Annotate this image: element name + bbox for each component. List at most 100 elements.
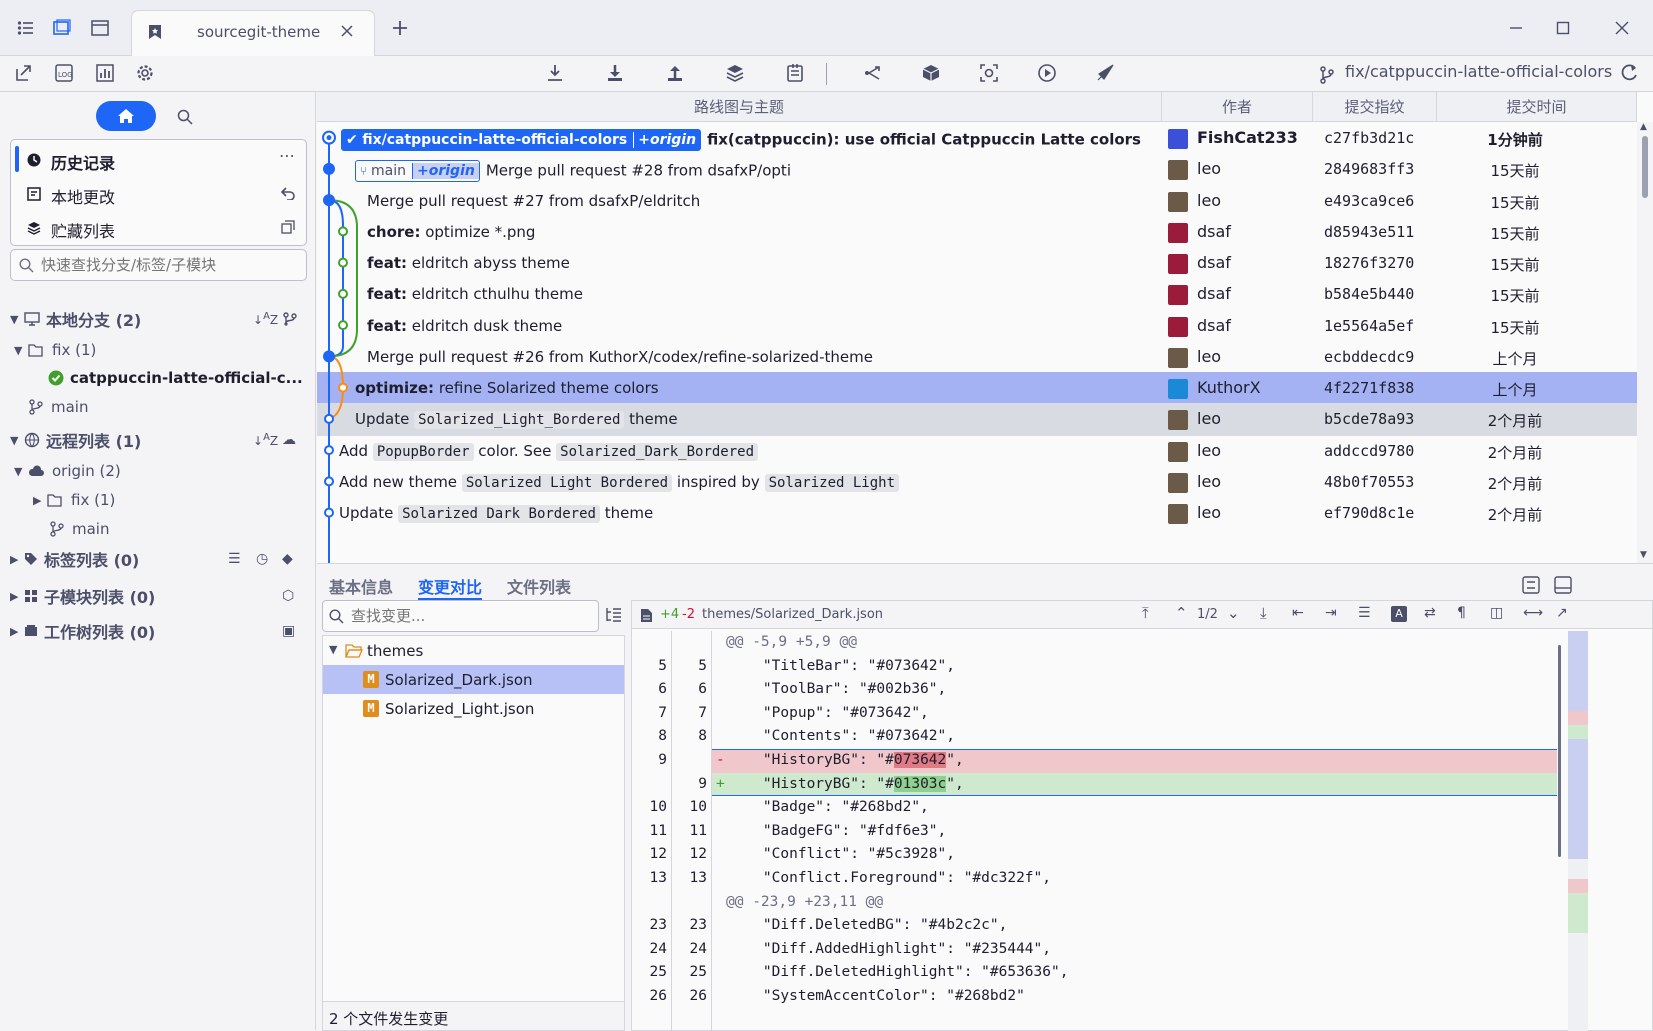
branch-item-active[interactable]: catppuccin-latte-official-c... [48, 363, 303, 393]
chevron-down-icon[interactable]: ▼ [14, 344, 28, 357]
add-worktree-icon[interactable]: ▣ [282, 623, 295, 639]
current-branch-label[interactable]: fix/catppuccin-latte-official-colors [1345, 62, 1612, 81]
chevron-down-icon[interactable]: ▼ [14, 465, 28, 478]
search-icon[interactable] [177, 109, 193, 125]
file-item-selected[interactable]: M Solarized_Dark.json [323, 665, 624, 694]
minimize-icon[interactable] [1504, 16, 1528, 40]
word-wrap-icon[interactable]: ⇄ [1424, 605, 1436, 621]
whitespace-icon[interactable]: ¶ [1457, 605, 1466, 621]
commit-row[interactable]: ⑂ main +origin Merge pull request #28 from… [317, 153, 1637, 186]
column-header-author[interactable]: 作者 [1162, 92, 1313, 122]
stashes-nav-item[interactable]: 贮藏列表 [11, 210, 306, 244]
commit-row[interactable]: feat: eldritch cthulhu theme dsaf b584e5b4… [317, 278, 1637, 311]
lfs-icon[interactable] [918, 60, 944, 86]
branch-tag[interactable]: ⑂ main +origin [355, 160, 480, 183]
chevron-right-icon[interactable]: ▶ [33, 494, 47, 507]
add-tag-icon[interactable]: ◆ [282, 551, 293, 567]
commit-row[interactable]: feat: eldritch dusk theme dsaf 1e5564a5ef 1… [317, 310, 1637, 343]
close-window-icon[interactable] [1610, 16, 1634, 40]
open-external-icon[interactable] [11, 60, 37, 86]
run-icon[interactable] [1034, 60, 1060, 86]
commit-row[interactable]: Add PopupBorder color. See Solarized_Dar… [317, 435, 1637, 468]
chevron-down-icon[interactable]: ▼ [10, 313, 24, 326]
tab-file-list[interactable]: 文件列表 [507, 574, 571, 598]
branch-search-box[interactable] [10, 249, 307, 281]
commit-row[interactable]: Add new theme Solarized Light Bordered i… [317, 466, 1637, 499]
side-by-side-icon[interactable]: ◫ [1490, 605, 1503, 621]
push-icon[interactable] [662, 60, 688, 86]
collapse-icon[interactable]: ⟷ [1523, 605, 1543, 621]
commit-row[interactable]: chore: optimize *.png dsaf d85943e511 15天前 [317, 216, 1637, 249]
sort-icon[interactable]: ↓AZ [253, 311, 278, 327]
tree-view-icon[interactable]: ☰ [228, 551, 241, 567]
first-change-icon[interactable]: ⤒ [1142, 604, 1149, 622]
origin-branch-main[interactable]: main [50, 514, 109, 544]
discard-icon[interactable] [281, 186, 295, 200]
add-remote-icon[interactable]: ☁ [282, 432, 296, 448]
decrease-context-icon[interactable]: ⇤ [1292, 605, 1304, 621]
commit-row[interactable]: feat: eldritch abyss theme dsaf 18276f3270… [317, 247, 1637, 280]
open-repo-icon[interactable] [88, 16, 112, 40]
history-nav-item[interactable]: 历史记录 ⋯ [11, 142, 306, 176]
branch-tag[interactable]: ✔ fix/catppuccin-latte-official-colors +o… [341, 129, 702, 151]
worktrees-header[interactable]: ▶ 工作树列表 (0) ▣ [10, 616, 310, 646]
remotes-header[interactable]: ▼ 远程列表 (1) ↓AZ ☁ [10, 425, 310, 455]
sort-time-icon[interactable]: ◷ [256, 551, 268, 567]
pull-icon[interactable] [602, 60, 628, 86]
column-header-time[interactable]: 提交时间 [1437, 92, 1637, 122]
terminal-icon[interactable]: LOG [51, 60, 77, 86]
local-changes-nav-item[interactable]: 本地更改 [11, 176, 306, 210]
diff-scrollbar[interactable] [1558, 631, 1562, 1031]
refresh-icon[interactable] [1616, 60, 1642, 86]
apply-icon[interactable] [782, 60, 808, 86]
font-icon[interactable]: A [1391, 606, 1407, 622]
chevron-right-icon[interactable]: ▶ [10, 590, 24, 603]
tab-basic-info[interactable]: 基本信息 [329, 574, 393, 598]
more-icon[interactable]: ⋯ [279, 146, 295, 165]
stash-icon[interactable] [722, 60, 748, 86]
commit-row[interactable]: optimize: refine Solarized theme colors K… [317, 372, 1637, 405]
bookmark-icon[interactable] [148, 24, 162, 40]
submodules-header[interactable]: ▶ 子模块列表 (0) ⬡ [10, 581, 310, 611]
layout-icon[interactable] [1554, 576, 1572, 594]
chevron-down-icon[interactable]: ▼ [10, 434, 24, 447]
local-branches-header[interactable]: ▼ 本地分支 (2) ↓AZ [10, 304, 310, 334]
remote-origin[interactable]: ▼ origin (2) [14, 456, 121, 486]
fetch-icon[interactable] [542, 60, 568, 86]
tab-changes[interactable]: 变更对比 [418, 574, 483, 600]
new-branch-icon[interactable] [283, 312, 297, 326]
bisect-icon[interactable] [976, 60, 1002, 86]
statistics-icon[interactable] [92, 60, 118, 86]
chevron-down-icon[interactable]: ▼ [329, 643, 337, 656]
list-icon[interactable] [14, 16, 38, 40]
branch-item-main[interactable]: main [29, 392, 88, 422]
open-external-icon[interactable]: ↗ [1556, 605, 1568, 621]
origin-fix-folder[interactable]: ▶ fix (1) [33, 485, 115, 515]
git-flow-icon[interactable] [860, 60, 886, 86]
column-header-sha[interactable]: 提交指纹 [1313, 92, 1437, 122]
tags-header[interactable]: ▶ 标签列表 (0) ☰ ◷ ◆ [10, 544, 310, 574]
changes-search-box[interactable] [322, 600, 599, 632]
fix-folder[interactable]: ▼ fix (1) [14, 335, 96, 365]
commit-row[interactable]: Merge pull request #26 from KuthorX/code… [317, 341, 1637, 374]
close-tab-icon[interactable] [340, 24, 354, 38]
commit-row[interactable]: Merge pull request #27 from dsafxP/eldri… [317, 185, 1637, 218]
settings-gear-icon[interactable] [132, 60, 158, 86]
branch-search-input[interactable] [41, 254, 296, 276]
home-button[interactable] [96, 101, 156, 131]
next-change-icon[interactable]: ⌄ [1227, 604, 1240, 622]
swap-icon[interactable] [1522, 576, 1540, 594]
chevron-right-icon[interactable]: ▶ [10, 553, 24, 566]
prev-change-icon[interactable]: ⌃ [1175, 604, 1188, 622]
maximize-icon[interactable] [1551, 16, 1575, 40]
diff-minimap[interactable] [1568, 631, 1588, 1031]
new-tab-icon[interactable] [388, 16, 412, 40]
chevron-right-icon[interactable]: ▶ [10, 625, 24, 638]
commit-row[interactable]: Update Solarized Dark Bordered theme leo e… [317, 497, 1637, 530]
custom-action-icon[interactable] [1092, 60, 1118, 86]
file-item[interactable]: M Solarized_Light.json [323, 694, 624, 723]
changes-search-input[interactable] [351, 605, 591, 627]
column-header-subject[interactable]: 路线图与主题 [317, 92, 1162, 122]
commit-row[interactable]: Update Solarized_Light_Bordered theme leo… [317, 403, 1637, 437]
last-change-icon[interactable]: ⤓ [1260, 604, 1267, 622]
